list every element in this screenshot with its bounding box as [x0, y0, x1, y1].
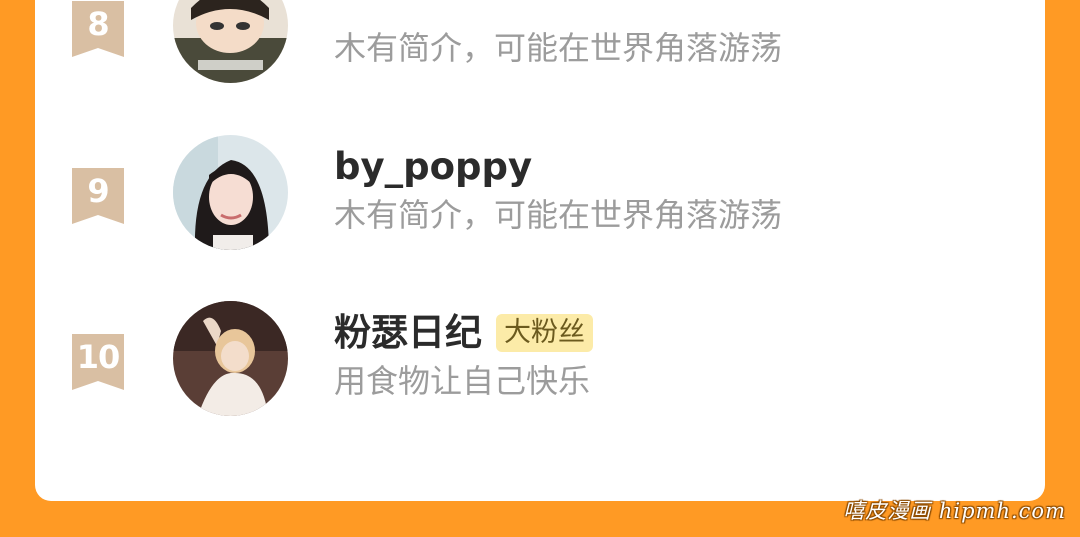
watermark: 嘻皮漫画 hipmh.com — [843, 499, 1066, 523]
avatar-image — [173, 0, 288, 83]
rank-number: 9 — [87, 172, 109, 210]
user-bio: 用食物让自己快乐 — [334, 362, 591, 400]
avatar-image — [173, 135, 288, 250]
rank-number: 8 — [87, 5, 109, 43]
user-name-line: by_poppy — [334, 145, 532, 189]
rank-number: 10 — [76, 338, 121, 376]
username[interactable]: by_poppy — [334, 145, 532, 189]
rank-badge: 9 — [72, 168, 124, 224]
ranking-row[interactable]: 9 by_poppy 木有简介，可能在世界角落游荡 — [35, 121, 1045, 261]
fan-badge: 大粉丝 — [496, 314, 593, 352]
ranking-row[interactable]: 8 木有简介，可能在世界角落游荡 — [35, 0, 1045, 94]
user-name-line: 粉瑟日纪 大粉丝 — [334, 311, 593, 355]
avatar[interactable] — [173, 135, 288, 250]
user-bio: 木有简介，可能在世界角落游荡 — [334, 196, 783, 234]
rank-badge: 10 — [72, 334, 124, 390]
ranking-card: 8 木有简介，可能在世界角落游荡 9 by_poppy 木有简介，可能在世界角落… — [35, 0, 1045, 501]
avatar[interactable] — [173, 0, 288, 83]
user-bio: 木有简介，可能在世界角落游荡 — [334, 29, 783, 67]
ranking-row[interactable]: 10 粉瑟日纪 大粉丝 用食物让自己快乐 — [35, 287, 1045, 427]
avatar-image — [173, 301, 288, 416]
rank-badge: 8 — [72, 1, 124, 57]
username[interactable]: 粉瑟日纪 — [334, 311, 482, 355]
avatar[interactable] — [173, 301, 288, 416]
